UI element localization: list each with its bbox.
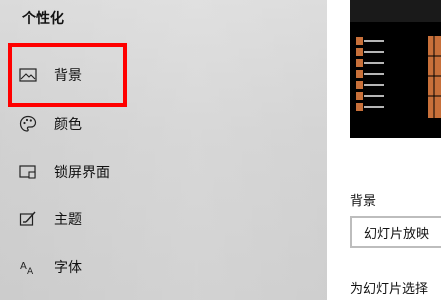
sidebar-item-label: 锁屏界面 [54,165,110,181]
sidebar-item-fonts[interactable]: A A 字体 [18,250,308,284]
settings-sidebar: 个性化 背景 颜色 锁屏界面 主题 A A 字体 [0,0,327,300]
sidebar-item-color[interactable]: 颜色 [18,107,308,141]
sidebar-item-themes[interactable]: 主题 [18,202,308,236]
sidebar-item-label: 字体 [54,260,82,276]
lock-screen-icon [18,162,38,182]
sidebar-item-label: 主题 [54,212,82,228]
background-section-label: 背景 [350,194,377,209]
sidebar-item-lock-screen[interactable]: 锁屏界面 [18,155,308,189]
slideshow-hint-text: 为幻灯片选择 [350,282,429,297]
sidebar-item-label: 颜色 [54,117,82,133]
selection-highlight-box [8,43,127,107]
svg-text:A: A [20,261,27,272]
background-type-dropdown[interactable]: 幻灯片放映 [350,216,441,248]
sidebar-title: 个性化 [22,11,64,27]
theme-icon [18,209,38,229]
svg-text:A: A [27,267,34,276]
desktop-preview [350,0,441,138]
font-icon: A A [18,257,38,277]
palette-icon [18,114,38,134]
